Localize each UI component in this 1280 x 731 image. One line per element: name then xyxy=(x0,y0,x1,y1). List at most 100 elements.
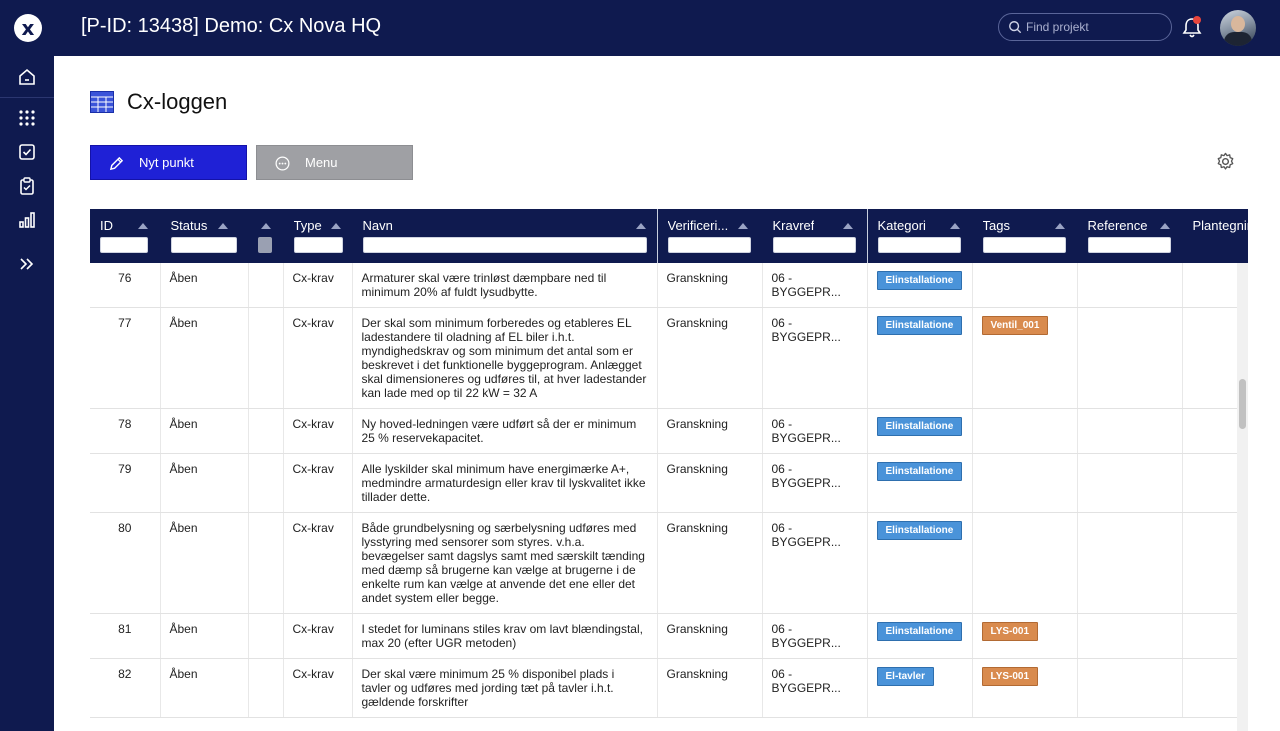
cell-type: Cx-krav xyxy=(283,408,353,454)
cell-type: Cx-krav xyxy=(283,658,353,718)
table-row[interactable]: 82 Åben Cx-krav Der skal være minimum 25… xyxy=(90,658,1248,718)
cell-verification: Granskning xyxy=(657,408,763,454)
cell-reference xyxy=(1077,658,1183,718)
filter-input-kategori[interactable] xyxy=(877,237,961,253)
filter-input-type[interactable] xyxy=(293,237,343,253)
column-label: Verificeri... xyxy=(667,218,728,233)
sort-icon[interactable] xyxy=(138,223,148,229)
filter-input-kravref[interactable] xyxy=(772,237,856,253)
top-bar: x [P-ID: 13438] Demo: Cx Nova HQ xyxy=(0,0,1280,56)
cell-type: Cx-krav xyxy=(283,307,353,409)
table-row[interactable]: 81 Åben Cx-krav I stedet for luminans st… xyxy=(90,613,1248,659)
cell-reference xyxy=(1077,512,1183,614)
column-header-status[interactable]: Status xyxy=(160,209,249,263)
cell-id: 79 xyxy=(90,453,161,513)
bar-chart-icon[interactable] xyxy=(17,210,37,230)
search-input[interactable] xyxy=(1026,18,1166,36)
cell-reference xyxy=(1077,263,1183,308)
cell-tags: LYS-001 xyxy=(972,658,1078,718)
tag-badge: LYS-001 xyxy=(981,667,1039,686)
menu-button[interactable]: Menu xyxy=(256,145,413,180)
cell-type: Cx-krav xyxy=(283,453,353,513)
cell-category: El-tavler xyxy=(867,658,973,718)
column-header-name[interactable]: Navn xyxy=(352,209,658,263)
column-label: Kravref xyxy=(772,218,815,233)
sort-icon[interactable] xyxy=(217,223,228,229)
column-header-verification[interactable]: Verificeri... xyxy=(657,209,763,263)
cell-flag xyxy=(248,512,284,614)
cell-status: Åben xyxy=(160,307,249,409)
cell-verification: Granskning xyxy=(657,453,763,513)
table-row[interactable]: 79 Åben Cx-krav Alle lyskilder skal mini… xyxy=(90,453,1248,513)
category-tag: Elinstallatione xyxy=(876,271,963,290)
search-icon xyxy=(1009,21,1022,34)
column-header-tags[interactable]: Tags xyxy=(972,209,1078,263)
cell-tags xyxy=(972,453,1078,513)
table-row[interactable]: 77 Åben Cx-krav Der skal som minimum for… xyxy=(90,307,1248,409)
column-header-flag[interactable] xyxy=(248,209,284,263)
filter-input-id[interactable] xyxy=(100,237,148,253)
checkbox-icon[interactable] xyxy=(17,142,37,162)
cell-reference xyxy=(1077,453,1183,513)
cell-category: Elinstallatione xyxy=(867,307,973,409)
filter-input-status[interactable] xyxy=(170,237,237,253)
column-header-plantegning[interactable]: Plantegnin xyxy=(1182,209,1248,263)
filter-checkbox[interactable] xyxy=(257,237,272,253)
column-header-type[interactable]: Type xyxy=(283,209,353,263)
app-logo[interactable]: x xyxy=(14,14,42,42)
table-row[interactable]: 80 Åben Cx-krav Både grundbelysning og s… xyxy=(90,512,1248,614)
notification-badge xyxy=(1193,16,1201,24)
home-icon[interactable] xyxy=(17,67,37,87)
menu-label: Menu xyxy=(305,155,338,170)
vertical-scrollbar[interactable] xyxy=(1237,263,1248,731)
project-search[interactable] xyxy=(998,13,1172,41)
cell-flag xyxy=(248,453,284,513)
filter-input-reference[interactable] xyxy=(1087,237,1171,253)
cell-status: Åben xyxy=(160,408,249,454)
cell-category: Elinstallatione xyxy=(867,263,973,308)
sort-icon[interactable] xyxy=(842,223,853,229)
column-header-kravref[interactable]: Kravref xyxy=(762,209,868,263)
cell-verification: Granskning xyxy=(657,658,763,718)
sort-icon[interactable] xyxy=(260,223,271,229)
clipboard-check-icon[interactable] xyxy=(17,176,37,196)
filter-input-verification[interactable] xyxy=(667,237,751,253)
cell-kravref: 06 - BYGGEPR... xyxy=(762,658,868,718)
cell-category: Elinstallatione xyxy=(867,408,973,454)
cell-status: Åben xyxy=(160,512,249,614)
cell-id: 76 xyxy=(90,263,161,308)
cell-status: Åben xyxy=(160,453,249,513)
cx-log-table: ID Status Type Navn Verificeri... Kravre… xyxy=(90,209,1248,731)
expand-chevrons-icon[interactable] xyxy=(17,254,37,274)
column-header-id[interactable]: ID xyxy=(90,209,161,263)
table-row[interactable]: 78 Åben Cx-krav Ny hoved-ledningen være … xyxy=(90,408,1248,454)
table-row[interactable]: 76 Åben Cx-krav Armaturer skal være trin… xyxy=(90,263,1248,308)
user-avatar[interactable] xyxy=(1220,10,1256,46)
filter-input-tags[interactable] xyxy=(982,237,1066,253)
cell-name: Både grundbelysning og særbelysning udfø… xyxy=(352,512,658,614)
cell-tags: Ventil_001 xyxy=(972,307,1078,409)
sort-icon[interactable] xyxy=(1159,223,1170,229)
sort-icon[interactable] xyxy=(737,223,748,229)
cell-id: 78 xyxy=(90,408,161,454)
pencil-icon xyxy=(109,156,124,171)
cell-flag xyxy=(248,658,284,718)
new-item-button[interactable]: Nyt punkt xyxy=(90,145,247,180)
gear-icon[interactable] xyxy=(1216,152,1235,171)
column-header-kategori[interactable]: Kategori xyxy=(867,209,973,263)
cell-id: 80 xyxy=(90,512,161,614)
sidebar xyxy=(0,56,54,731)
column-label: Navn xyxy=(362,218,393,233)
sort-icon[interactable] xyxy=(1054,223,1065,229)
category-tag: Elinstallatione xyxy=(876,521,963,540)
scrollbar-thumb[interactable] xyxy=(1239,379,1246,429)
sort-icon[interactable] xyxy=(949,223,960,229)
project-title: [P-ID: 13438] Demo: Cx Nova HQ xyxy=(81,15,382,37)
column-header-reference[interactable]: Reference xyxy=(1077,209,1183,263)
cell-reference xyxy=(1077,408,1183,454)
filter-input-name[interactable] xyxy=(362,237,647,253)
column-label: Type xyxy=(293,218,322,233)
sort-icon[interactable] xyxy=(330,223,341,229)
apps-grid-icon[interactable] xyxy=(17,108,37,128)
sort-icon[interactable] xyxy=(635,223,646,229)
